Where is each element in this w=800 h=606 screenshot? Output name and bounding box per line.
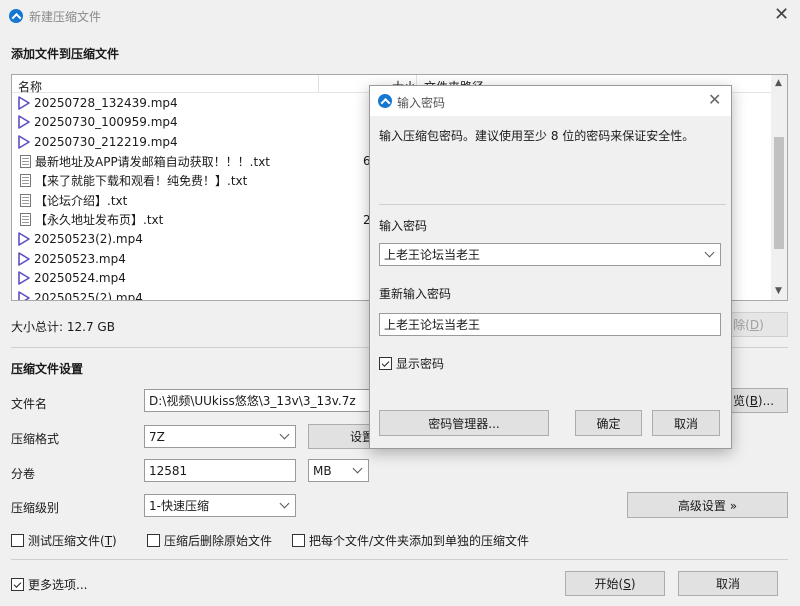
more-options-label: 更多选项... bbox=[28, 578, 88, 592]
file-name: 20250730_100959.mp4 bbox=[34, 115, 178, 130]
file-name: 20250524.mp4 bbox=[34, 271, 126, 286]
test-archive-label: 测试压缩文件(T) bbox=[28, 534, 117, 548]
text-file-icon bbox=[20, 174, 31, 188]
start-button[interactable]: 开始(S) bbox=[565, 571, 665, 596]
file-name: 【论坛介绍】.txt bbox=[35, 193, 128, 208]
separate-archives-checkbox[interactable] bbox=[292, 534, 305, 547]
password-input[interactable]: 上老王论坛当老王 bbox=[379, 243, 721, 266]
split-label: 分卷 bbox=[11, 467, 36, 481]
video-file-icon bbox=[18, 251, 30, 266]
text-file-icon bbox=[20, 213, 31, 227]
split-unit-select[interactable]: MB bbox=[308, 459, 369, 482]
password-manager-button[interactable]: 密码管理器... bbox=[379, 410, 549, 436]
confirm-password-label: 重新输入密码 bbox=[379, 287, 452, 301]
video-file-icon bbox=[18, 290, 30, 300]
file-name: 【永久地址发布页】.txt bbox=[35, 213, 164, 228]
separate-archives-label: 把每个文件/文件夹添加到单独的压缩文件 bbox=[309, 534, 530, 548]
password-dialog-title: 输入密码 bbox=[397, 96, 446, 110]
dialog-close-icon[interactable]: ✕ bbox=[708, 92, 721, 108]
show-password-label: 显示密码 bbox=[396, 357, 445, 371]
add-files-heading: 添加文件到压缩文件 bbox=[11, 47, 120, 61]
split-size-input[interactable]: 12581 bbox=[144, 459, 296, 482]
scroll-thumb[interactable] bbox=[774, 137, 784, 249]
chevron-down-icon bbox=[704, 247, 715, 258]
file-name: 【来了就能下载和观看！纯免费！】.txt bbox=[35, 174, 248, 189]
filename-label: 文件名 bbox=[11, 397, 48, 411]
text-file-icon bbox=[20, 193, 31, 207]
footer-divider bbox=[11, 559, 788, 560]
video-file-icon bbox=[18, 134, 30, 149]
delete-after-option[interactable]: 压缩后删除原始文件 bbox=[147, 532, 272, 549]
file-name: 20250523(2).mp4 bbox=[34, 232, 143, 247]
file-list-scrollbar[interactable]: ▲ ▼ bbox=[771, 75, 787, 300]
video-file-icon bbox=[18, 271, 30, 286]
window-close-icon[interactable]: ✕ bbox=[774, 6, 789, 24]
text-file-icon bbox=[20, 154, 31, 168]
password-dialog-titlebar: 输入密码 ✕ bbox=[370, 86, 731, 116]
title-bar: 新建压缩文件 ✕ bbox=[0, 0, 800, 32]
file-name: 最新地址及APP请发邮箱自动获取！！！.txt bbox=[35, 154, 271, 169]
more-options-checkbox[interactable] bbox=[11, 578, 24, 591]
file-name: 20250730_212219.mp4 bbox=[34, 134, 178, 149]
format-label: 压缩格式 bbox=[11, 432, 60, 446]
video-file-icon bbox=[18, 95, 30, 110]
dialog-logo-icon bbox=[378, 94, 392, 108]
chevron-down-icon bbox=[352, 463, 363, 474]
format-settings-button[interactable]: 设置 bbox=[308, 424, 374, 449]
file-name: 20250525(2).mp4 bbox=[34, 290, 143, 301]
show-password-checkbox[interactable] bbox=[379, 357, 392, 370]
chevron-down-icon bbox=[279, 498, 290, 509]
confirm-password-input[interactable]: 上老王论坛当老王 bbox=[379, 313, 721, 336]
scroll-up-icon[interactable]: ▲ bbox=[775, 78, 782, 88]
filename-input[interactable]: D:\视频\UUkiss悠悠\3_13v\3_13v.7z bbox=[144, 389, 373, 412]
video-file-icon bbox=[18, 232, 30, 247]
password-label: 输入密码 bbox=[379, 219, 428, 233]
file-name: 20250728_132439.mp4 bbox=[34, 95, 178, 110]
level-label: 压缩级别 bbox=[11, 501, 60, 515]
level-select[interactable]: 1-快速压缩 bbox=[144, 494, 296, 517]
video-file-icon bbox=[18, 115, 30, 130]
app-logo-icon bbox=[9, 9, 23, 23]
dialog-cancel-button[interactable]: 取消 bbox=[652, 410, 720, 436]
window-title: 新建压缩文件 bbox=[29, 10, 102, 24]
dialog-divider bbox=[379, 204, 726, 205]
browse-button[interactable]: 览(B)... bbox=[730, 388, 788, 413]
more-options-toggle[interactable]: 更多选项... bbox=[11, 576, 87, 593]
delete-after-label: 压缩后删除原始文件 bbox=[164, 534, 273, 548]
archive-settings-heading: 压缩文件设置 bbox=[11, 362, 84, 376]
total-size-label: 大小总计: 12.7 GB bbox=[11, 320, 115, 334]
chevron-down-icon bbox=[279, 429, 290, 440]
format-select[interactable]: 7Z bbox=[144, 425, 296, 448]
show-password-option[interactable]: 显示密码 bbox=[379, 355, 444, 372]
password-description: 输入压缩包密码。建议使用至少 8 位的密码来保证安全性。 bbox=[379, 129, 695, 143]
cancel-button[interactable]: 取消 bbox=[678, 571, 778, 596]
test-archive-option[interactable]: 测试压缩文件(T) bbox=[11, 532, 117, 549]
dialog-ok-button[interactable]: 确定 bbox=[575, 410, 642, 436]
separate-archives-option[interactable]: 把每个文件/文件夹添加到单独的压缩文件 bbox=[292, 532, 529, 549]
test-archive-checkbox[interactable] bbox=[11, 534, 24, 547]
file-name: 20250523.mp4 bbox=[34, 251, 126, 266]
delete-after-checkbox[interactable] bbox=[147, 534, 160, 547]
password-dialog: 输入密码 ✕ 输入压缩包密码。建议使用至少 8 位的密码来保证安全性。 输入密码… bbox=[369, 85, 732, 449]
scroll-down-icon[interactable]: ▼ bbox=[775, 286, 782, 296]
advanced-settings-button[interactable]: 高级设置 » bbox=[627, 492, 788, 518]
